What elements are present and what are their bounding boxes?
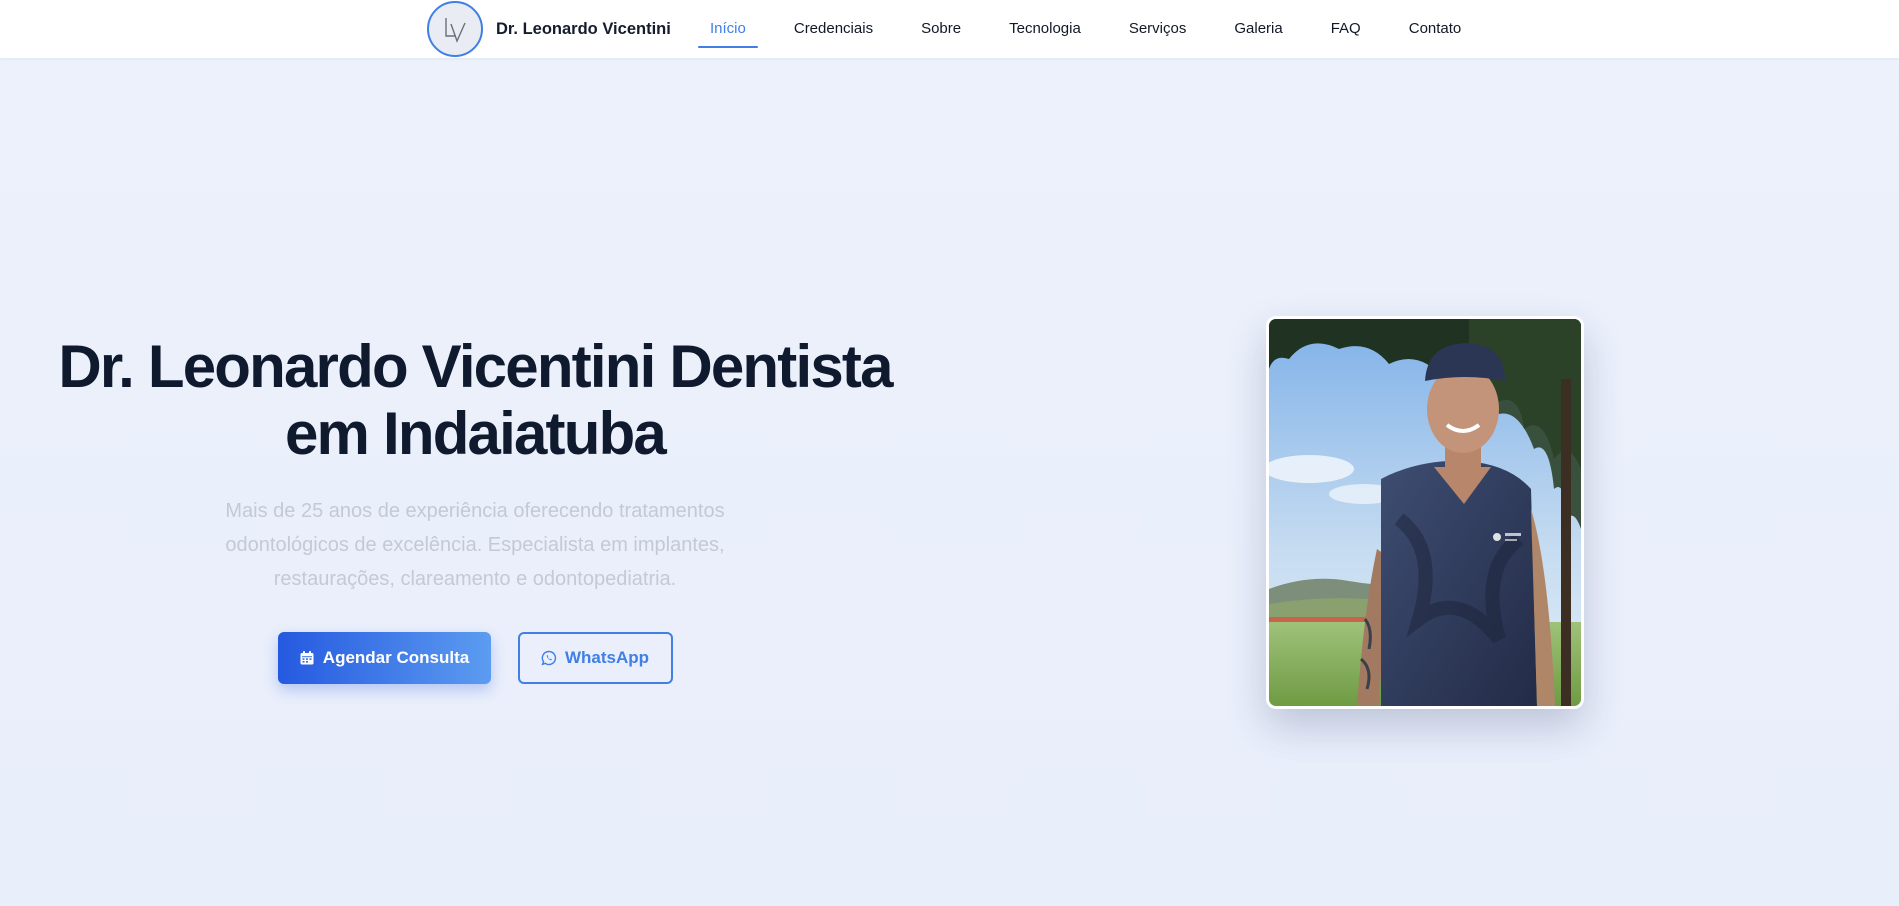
nav-link-inicio[interactable]: Início (698, 0, 758, 58)
main-navigation: Início Credenciais Sobre Tecnologia Serv… (698, 0, 1497, 58)
hero-title-line-2: em Indaiatuba (284, 400, 667, 467)
hero-section: Dr. Leonardo Vicentini Dentista em Indai… (0, 58, 1899, 906)
schedule-appointment-button[interactable]: Agendar Consulta (277, 632, 491, 684)
nav-link-servicos[interactable]: Serviços (1117, 0, 1199, 58)
calendar-icon (299, 650, 315, 666)
hero-title-line-1: Dr. Leonardo Vicentini Dentista (58, 333, 893, 400)
nav-link-contato[interactable]: Contato (1397, 0, 1474, 58)
whatsapp-label: WhatsApp (564, 648, 650, 667)
hero-title: Dr. Leonardo Vicentini Dentista em Indai… (0, 333, 950, 467)
whatsapp-icon (541, 650, 557, 666)
whatsapp-button[interactable]: WhatsApp (517, 632, 673, 684)
nav-link-tecnologia[interactable]: Tecnologia (997, 0, 1093, 58)
hero-description: Mais de 25 anos de experiência oferecend… (225, 500, 725, 590)
nav-link-credenciais[interactable]: Credenciais (782, 0, 885, 58)
portrait-illustration (1269, 319, 1581, 706)
top-navbar: Dr. Leonardo Vicentini Início Credenciai… (0, 0, 1899, 58)
nav-link-sobre[interactable]: Sobre (909, 0, 973, 58)
nav-link-galeria[interactable]: Galeria (1222, 0, 1294, 58)
hero-text-block: Dr. Leonardo Vicentini Dentista em Indai… (0, 333, 950, 684)
brand-name: Dr. Leonardo Vicentini (496, 19, 671, 38)
brand-home-link[interactable]: Dr. Leonardo Vicentini (427, 0, 671, 58)
lv-monogram-logo (427, 1, 483, 57)
hero-buttons: Agendar Consulta WhatsApp (0, 632, 950, 684)
schedule-appointment-label: Agendar Consulta (322, 648, 470, 667)
dentist-portrait-photo (1266, 316, 1584, 709)
nav-link-faq[interactable]: FAQ (1319, 0, 1373, 58)
